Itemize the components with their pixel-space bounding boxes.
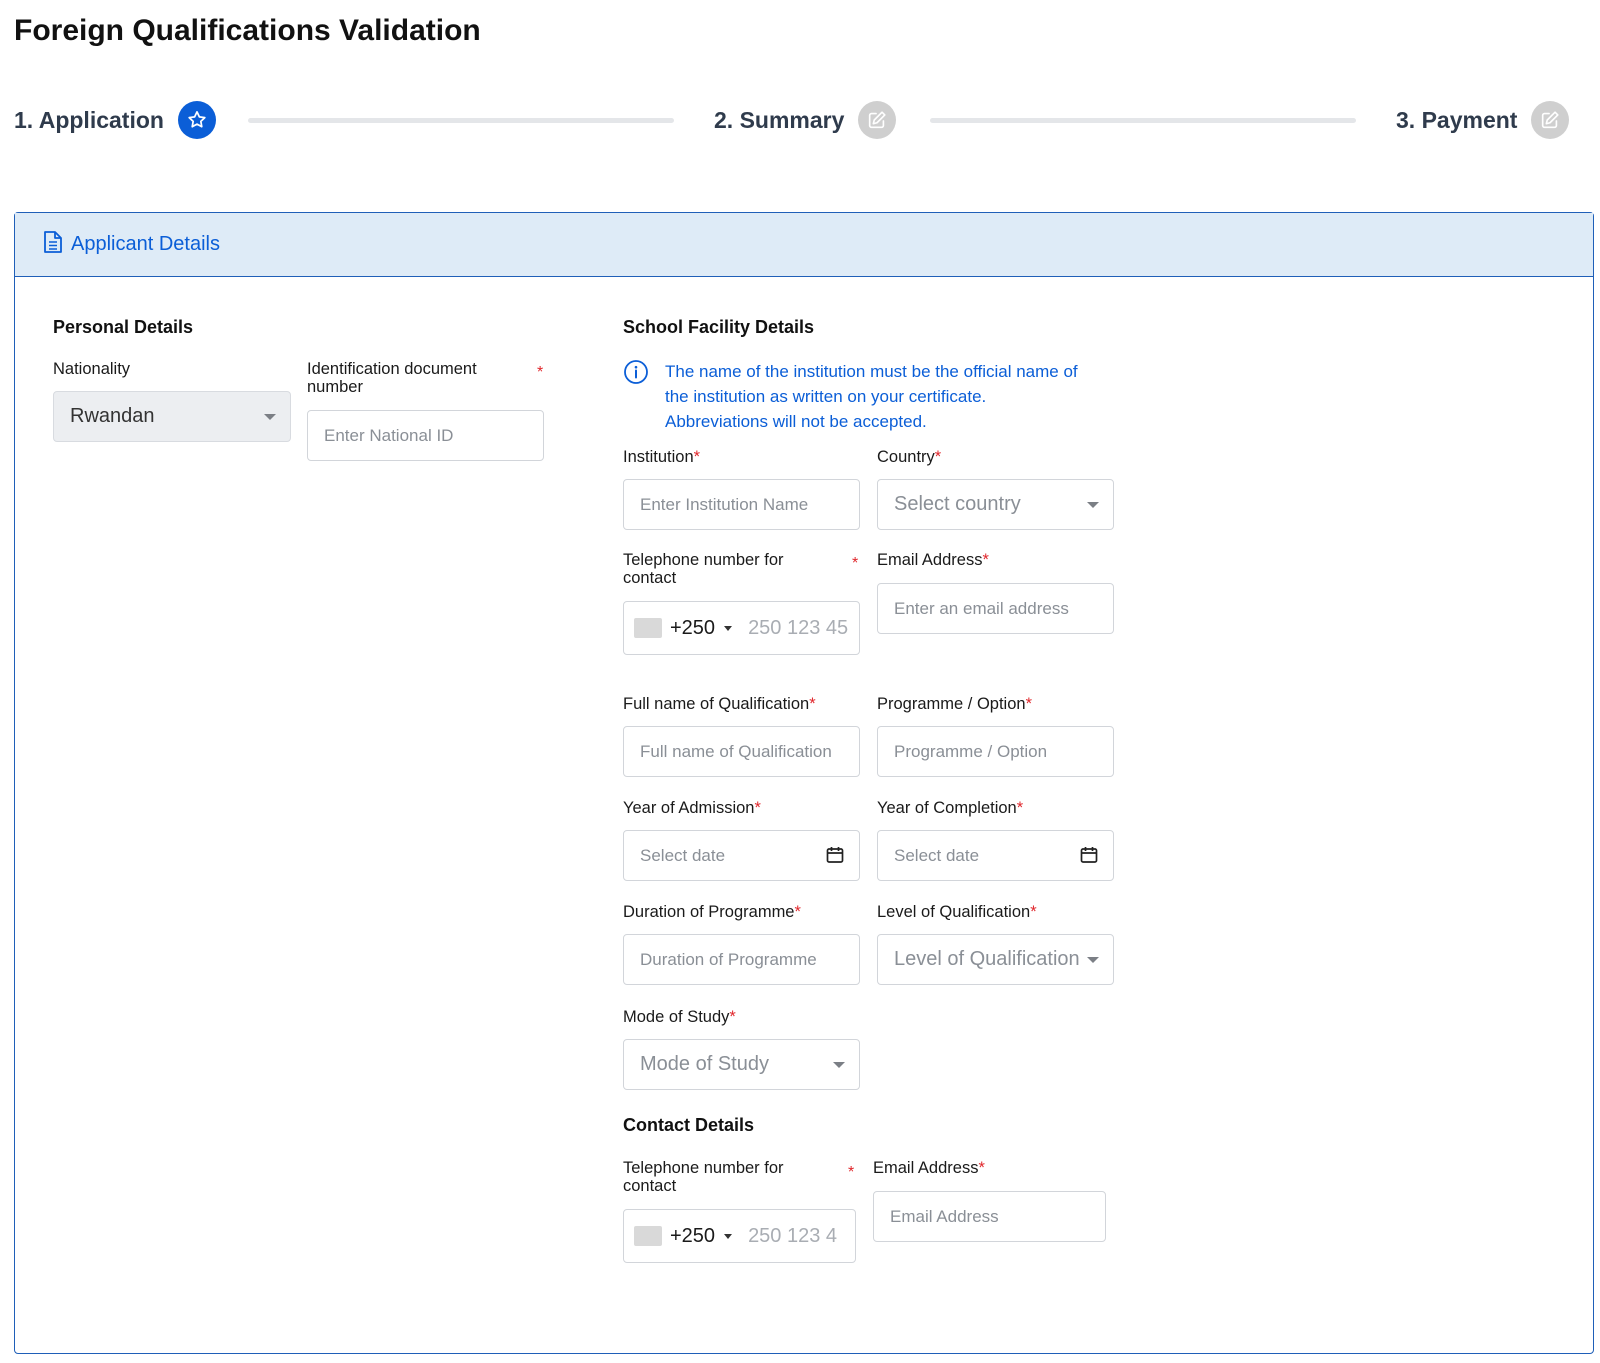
edit-icon xyxy=(858,101,897,139)
page-title: Foreign Qualifications Validation xyxy=(14,14,481,47)
qualification-level-label: Level of Qualification* xyxy=(877,903,1037,921)
programme-placeholder: Programme / Option xyxy=(894,741,1048,761)
school-phone-input[interactable]: +250 250 123 45 xyxy=(623,601,860,655)
document-icon xyxy=(43,230,63,259)
step-summary[interactable]: 2. Summary xyxy=(714,100,897,140)
school-email-input[interactable]: Enter an email address xyxy=(877,583,1114,634)
notice-line: Abbreviations will not be accepted. xyxy=(665,412,927,431)
programme-input[interactable]: Programme / Option xyxy=(877,726,1114,777)
chevron-down-icon xyxy=(724,625,733,631)
required-marker: * xyxy=(852,555,859,572)
qualification-name-input[interactable]: Full name of Qualification xyxy=(623,726,860,777)
chevron-down-icon xyxy=(833,1062,845,1068)
school-email-label: Email Address* xyxy=(877,551,989,569)
step-payment[interactable]: 3. Payment xyxy=(1396,100,1570,140)
duration-input[interactable]: Duration of Programme xyxy=(623,934,860,985)
duration-label: Duration of Programme* xyxy=(623,903,801,921)
completion-date-picker[interactable]: Select date xyxy=(877,830,1114,881)
country-placeholder: Select country xyxy=(894,493,1021,515)
institution-placeholder: Enter Institution Name xyxy=(640,494,809,514)
chevron-down-icon xyxy=(1087,502,1099,508)
completion-year-label: Year of Completion* xyxy=(877,799,1024,817)
completion-placeholder: Select date xyxy=(894,845,980,865)
card-title: Applicant Details xyxy=(71,233,220,255)
nationality-label: Nationality xyxy=(53,360,131,378)
level-placeholder: Level of Qualification xyxy=(894,948,1080,970)
qualification-name-placeholder: Full name of Qualification xyxy=(640,741,832,761)
chevron-down-icon xyxy=(724,1233,733,1239)
phone-placeholder: 250 123 45 xyxy=(748,616,849,639)
contact-phone-input[interactable]: +250 250 123 4 xyxy=(623,1209,856,1263)
national-id-input[interactable]: Enter National ID xyxy=(307,410,544,461)
chevron-down-icon xyxy=(1087,957,1099,963)
flag-icon[interactable] xyxy=(634,1226,662,1246)
phone-country-code[interactable]: +250 xyxy=(670,1225,715,1248)
contact-details-title: Contact Details xyxy=(623,1115,755,1135)
country-select[interactable]: Select country xyxy=(877,479,1114,530)
institution-name-notice: The name of the institution must be the … xyxy=(665,359,1105,434)
institution-input[interactable]: Enter Institution Name xyxy=(623,479,860,530)
mode-placeholder: Mode of Study xyxy=(640,1053,769,1075)
nationality-select[interactable]: Rwandan xyxy=(53,391,291,442)
info-icon xyxy=(623,359,649,390)
phone-placeholder: 250 123 4 xyxy=(748,1224,838,1247)
calendar-icon[interactable] xyxy=(825,845,845,870)
step-application[interactable]: 1. Application xyxy=(14,100,216,140)
admission-placeholder: Select date xyxy=(640,845,726,865)
star-icon xyxy=(177,101,216,139)
phone-country-code[interactable]: +250 xyxy=(670,617,715,640)
flag-icon[interactable] xyxy=(634,618,662,638)
step-label: 2. Summary xyxy=(714,106,845,133)
notice-line: The name of the institution must be the … xyxy=(665,362,1078,381)
edit-icon xyxy=(1531,101,1570,139)
chevron-down-icon xyxy=(264,414,276,420)
school-phone-label: Telephone number for contact xyxy=(623,551,784,587)
admission-date-picker[interactable]: Select date xyxy=(623,830,860,881)
duration-placeholder: Duration of Programme xyxy=(640,949,817,969)
contact-phone-label: Telephone number for contact xyxy=(623,1159,784,1195)
calendar-icon[interactable] xyxy=(1079,845,1099,870)
required-marker: * xyxy=(537,364,544,381)
programme-label: Programme / Option* xyxy=(877,695,1032,713)
qualification-name-label: Full name of Qualification* xyxy=(623,695,816,713)
qualification-level-select[interactable]: Level of Qualification xyxy=(877,934,1114,985)
notice-line: the institution as written on your certi… xyxy=(665,387,987,406)
contact-email-label: Email Address* xyxy=(873,1159,985,1177)
study-mode-select[interactable]: Mode of Study xyxy=(623,1039,860,1090)
school-facility-title: School Facility Details xyxy=(623,317,815,337)
step-connector xyxy=(248,118,674,123)
step-connector xyxy=(930,118,1356,123)
contact-email-placeholder: Email Address xyxy=(890,1206,999,1226)
stepper: 1. Application 2. Summary 3. Payment xyxy=(14,100,1594,144)
admission-year-label: Year of Admission* xyxy=(623,799,761,817)
nationality-value: Rwandan xyxy=(70,405,155,427)
step-label: 1. Application xyxy=(14,106,164,133)
study-mode-label: Mode of Study* xyxy=(623,1008,736,1026)
step-label: 3. Payment xyxy=(1396,106,1518,133)
country-label: Country* xyxy=(877,448,942,466)
institution-label: Institution* xyxy=(623,448,701,466)
email-placeholder: Enter an email address xyxy=(894,598,1069,618)
national-id-placeholder: Enter National ID xyxy=(324,425,454,445)
id-number-label: Identification document number xyxy=(307,360,477,396)
applicant-details-card: Applicant Details Personal Details Natio… xyxy=(14,212,1594,1354)
required-marker: * xyxy=(848,1164,855,1181)
personal-details-title: Personal Details xyxy=(53,317,194,337)
contact-email-input[interactable]: Email Address xyxy=(873,1191,1106,1242)
card-header: Applicant Details xyxy=(15,213,1593,277)
